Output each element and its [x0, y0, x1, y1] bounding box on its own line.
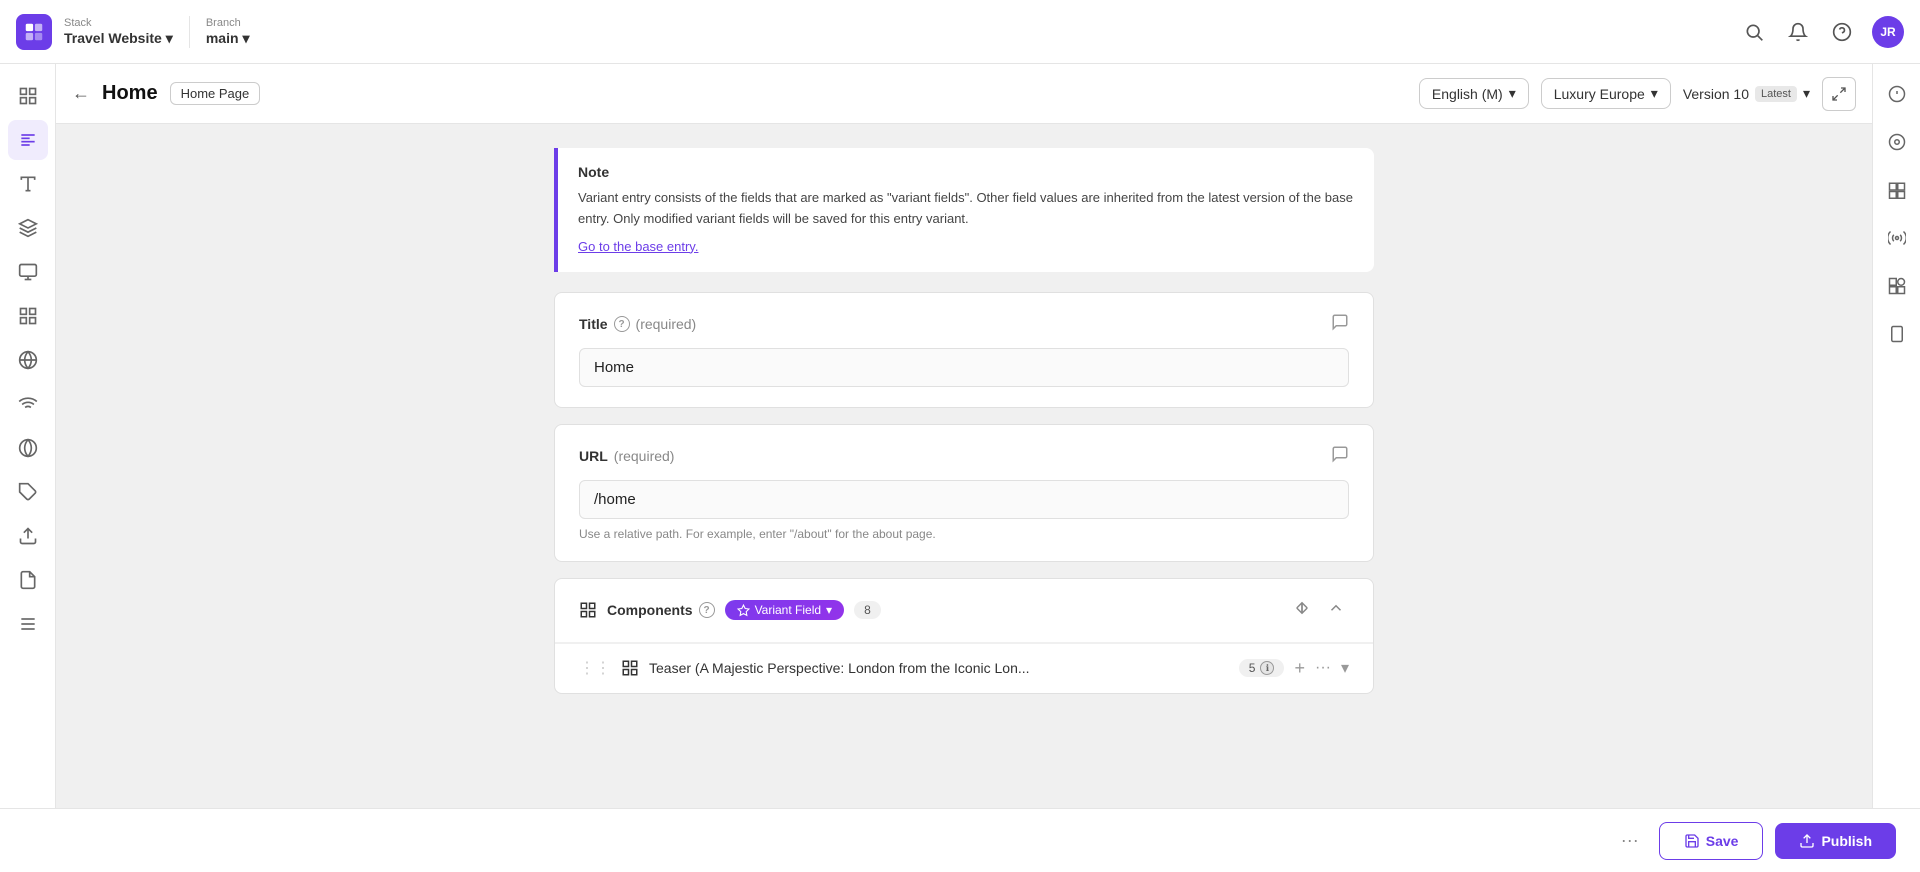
- publish-icon: [1799, 833, 1815, 849]
- stack-label: Stack: [64, 17, 173, 30]
- sidebar-item-globe2[interactable]: [8, 428, 48, 468]
- components-card: Components ? Variant Field ▾ 8: [554, 578, 1374, 694]
- url-hint: Use a relative path. For example, enter …: [579, 527, 1349, 541]
- shapes-icon[interactable]: [1879, 268, 1915, 304]
- sidebar-item-grid[interactable]: [8, 296, 48, 336]
- sidebar-item-globe1[interactable]: [8, 340, 48, 380]
- header-bar: ← Home Home Page English (M) ▾ Luxury Eu…: [56, 64, 1872, 124]
- right-sidebar: [1872, 64, 1920, 872]
- project-info: Stack Travel Website ▾: [64, 17, 173, 47]
- save-button[interactable]: Save: [1659, 822, 1764, 860]
- sidebar-item-content[interactable]: [8, 120, 48, 160]
- components-label: Components ?: [607, 602, 715, 618]
- preview-icon[interactable]: [1879, 124, 1915, 160]
- sidebar-item-dashboard[interactable]: [8, 76, 48, 116]
- page-type-badge[interactable]: Home Page: [170, 82, 261, 105]
- market-dropdown-icon: ▾: [1651, 85, 1658, 102]
- components-panel-icon[interactable]: [1879, 172, 1915, 208]
- project-name[interactable]: Travel Website ▾: [64, 30, 173, 47]
- sidebar-item-text[interactable]: [8, 164, 48, 204]
- title-field-header: Title ? (required): [579, 313, 1349, 336]
- teaser-row: ⋮⋮ Teaser (A Majestic Perspective: Londo…: [555, 643, 1373, 693]
- locale-dropdown-icon: ▾: [1509, 85, 1516, 102]
- teaser-more-options[interactable]: ···: [1315, 659, 1331, 677]
- nav-divider: [189, 16, 190, 48]
- logo[interactable]: [16, 14, 52, 50]
- url-field-header: URL (required): [579, 445, 1349, 468]
- expand-button[interactable]: [1822, 77, 1856, 111]
- page-title: Home: [102, 82, 158, 105]
- version-dropdown-icon: ▾: [1803, 85, 1810, 102]
- note-title: Note: [578, 164, 1354, 180]
- branch-label: Branch: [206, 17, 250, 30]
- nav-right: JR: [1740, 16, 1904, 48]
- header-controls: English (M) ▾ Luxury Europe ▾ Version 10…: [1419, 77, 1856, 111]
- teaser-expand-icon[interactable]: ▾: [1341, 658, 1349, 678]
- title-input[interactable]: [579, 348, 1349, 387]
- sidebar-item-tag[interactable]: [8, 472, 48, 512]
- components-actions: [1289, 595, 1349, 626]
- components-collapse-icon[interactable]: [1323, 595, 1349, 626]
- title-help-icon[interactable]: ?: [614, 316, 630, 332]
- components-header: Components ? Variant Field ▾ 8: [555, 579, 1373, 643]
- sidebar-item-wifi[interactable]: [8, 384, 48, 424]
- base-entry-link[interactable]: Go to the base entry.: [578, 239, 698, 254]
- teaser-drag-handle[interactable]: ⋮⋮: [579, 658, 611, 678]
- note-box: Note Variant entry consists of the field…: [554, 148, 1374, 272]
- radio-icon[interactable]: [1879, 220, 1915, 256]
- branch-name[interactable]: main ▾: [206, 30, 250, 47]
- variant-badge-dropdown-icon: ▾: [826, 603, 832, 617]
- variant-field-badge[interactable]: Variant Field ▾: [725, 600, 845, 620]
- url-field-card: URL (required) Use a relative path. For …: [554, 424, 1374, 562]
- teaser-grid-icon: [621, 659, 639, 677]
- components-grid-icon: [579, 601, 597, 619]
- title-required: (required): [636, 316, 697, 332]
- version-selector[interactable]: Version 10 Latest ▾: [1683, 85, 1810, 102]
- user-avatar[interactable]: JR: [1872, 16, 1904, 48]
- locale-selector[interactable]: English (M) ▾: [1419, 78, 1529, 109]
- search-icon[interactable]: [1740, 18, 1768, 46]
- title-field-card: Title ? (required): [554, 292, 1374, 408]
- save-icon: [1684, 833, 1700, 849]
- sidebar-item-settings-grid[interactable]: [8, 604, 48, 644]
- url-required: (required): [614, 448, 675, 464]
- title-field-label: Title ? (required): [579, 316, 696, 332]
- info-panel-icon[interactable]: [1879, 76, 1915, 112]
- components-help-icon[interactable]: ?: [699, 602, 715, 618]
- device-icon[interactable]: [1879, 316, 1915, 352]
- sidebar-item-upload[interactable]: [8, 516, 48, 556]
- notifications-icon[interactable]: [1784, 18, 1812, 46]
- note-text: Variant entry consists of the fields tha…: [578, 188, 1354, 230]
- bottom-bar: ··· Save Publish: [0, 808, 1920, 872]
- teaser-add-button[interactable]: +: [1294, 658, 1305, 679]
- left-sidebar: [0, 64, 56, 872]
- branch-dropdown-icon[interactable]: ▾: [243, 30, 250, 47]
- bottom-more-options[interactable]: ···: [1621, 830, 1639, 851]
- sidebar-item-document[interactable]: [8, 560, 48, 600]
- back-button[interactable]: ←: [72, 83, 90, 104]
- teaser-info-icon[interactable]: ℹ: [1260, 661, 1274, 675]
- teaser-title: Teaser (A Majestic Perspective: London f…: [649, 660, 1229, 676]
- components-count-badge: 8: [854, 601, 881, 619]
- sidebar-item-monitor[interactable]: [8, 252, 48, 292]
- top-nav: Stack Travel Website ▾ Branch main ▾: [0, 0, 1920, 64]
- version-badge: Latest: [1755, 86, 1797, 102]
- sidebar-item-layers[interactable]: [8, 208, 48, 248]
- url-input[interactable]: [579, 480, 1349, 519]
- help-icon[interactable]: [1828, 18, 1856, 46]
- url-comment-icon[interactable]: [1331, 445, 1349, 468]
- main-content: Note Variant entry consists of the field…: [56, 124, 1872, 872]
- components-sort-icon[interactable]: [1289, 595, 1315, 626]
- project-dropdown-icon[interactable]: ▾: [166, 30, 173, 47]
- teaser-count: 5 ℹ: [1239, 659, 1285, 677]
- publish-button[interactable]: Publish: [1775, 823, 1896, 859]
- url-field-label: URL (required): [579, 448, 674, 464]
- branch-info: Branch main ▾: [206, 17, 250, 47]
- market-selector[interactable]: Luxury Europe ▾: [1541, 78, 1671, 109]
- title-comment-icon[interactable]: [1331, 313, 1349, 336]
